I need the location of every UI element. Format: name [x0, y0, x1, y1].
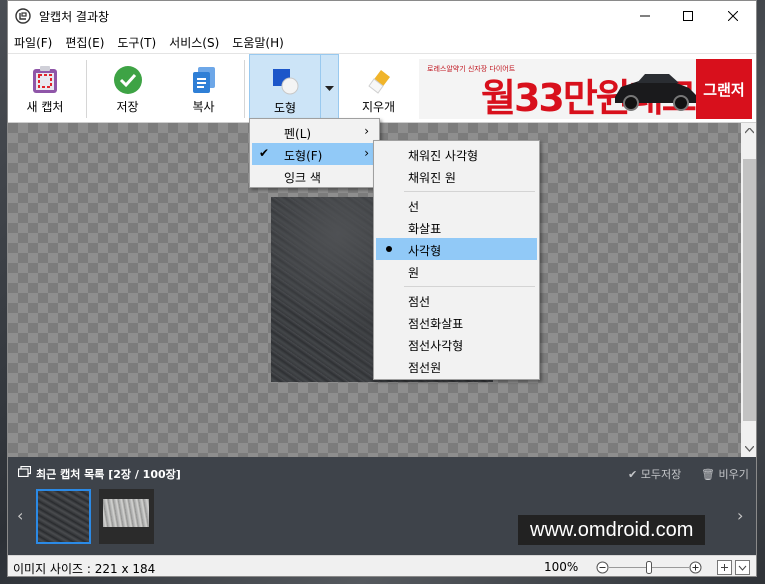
submenu-filled-circle[interactable]: 채워진 원 [376, 165, 537, 187]
shape-dropdown-button[interactable] [321, 54, 339, 122]
scroll-up-icon[interactable] [745, 128, 754, 134]
radio-dot-icon [386, 246, 392, 252]
ad-tag: 그랜저 [696, 59, 752, 119]
chevron-right-icon: › [364, 124, 369, 138]
chevron-right-icon[interactable]: › [737, 506, 743, 525]
menu-item-label: 펜(L) [284, 127, 312, 141]
submenu-label: 점선 [408, 295, 431, 309]
eraser-label: 지우개 [361, 100, 396, 114]
close-icon [728, 11, 738, 21]
fit-screen-icon[interactable] [717, 560, 732, 575]
minimize-button[interactable] [622, 1, 668, 31]
stack-icon [18, 466, 31, 477]
minimize-icon [640, 15, 650, 17]
submenu-label: 점선사각형 [408, 339, 464, 353]
menu-separator [404, 286, 535, 287]
shape-icon [273, 69, 299, 95]
watermark-text: www.omdroid.com [518, 515, 706, 545]
maximize-button[interactable] [665, 1, 711, 31]
window-title: 알캡처 결과창 [39, 10, 110, 24]
clear-button[interactable]: 🗑 비우기 [701, 466, 749, 482]
scroll-down-icon[interactable] [745, 446, 754, 452]
menu-item-shape[interactable]: ✔ 도형(F) › [252, 143, 377, 165]
status-bar: 이미지 사이즈 : 221 x 184 100% [8, 555, 756, 576]
shape-label: 도형 [273, 101, 297, 115]
clear-label: 비우기 [718, 468, 749, 481]
submenu-dotted-line[interactable]: 점선 [376, 289, 537, 311]
shape-submenu: 채워진 사각형 채워진 원 선 화살표 사각형 원 점선 점선화살표 점선사각형… [373, 140, 540, 380]
new-capture-icon [33, 66, 57, 93]
submenu-filled-rectangle[interactable]: 채워진 사각형 [376, 143, 537, 165]
eraser-icon [367, 70, 390, 94]
chevron-left-icon[interactable]: ‹ [17, 506, 23, 525]
menu-item-pen[interactable]: 펜(L) › [252, 121, 377, 143]
menu-item-label: 도형(F) [284, 149, 323, 163]
submenu-label: 화살표 [408, 222, 442, 236]
toolbar-divider [86, 60, 87, 118]
close-button[interactable] [710, 1, 756, 31]
menu-file[interactable]: 파일(F) [8, 31, 58, 53]
shape-button[interactable]: 도형 [249, 54, 321, 122]
app-icon [15, 8, 31, 24]
submenu-rectangle[interactable]: 사각형 [376, 238, 537, 260]
submenu-label: 사각형 [408, 244, 442, 258]
copy-button[interactable]: 복사 [176, 54, 231, 122]
ad-banner[interactable]: 로레스알약기 신자장 다이어트 월33만원대로 그랜저 [419, 59, 752, 119]
check-icon [113, 66, 142, 94]
vertical-scrollbar[interactable] [741, 123, 756, 457]
recent-thumbnail[interactable] [99, 489, 154, 544]
menu-help[interactable]: 도움말(H) [226, 31, 290, 53]
new-capture-button[interactable]: 새 캡처 [16, 54, 74, 122]
zoom-slider[interactable] [596, 561, 702, 574]
menu-bar: 파일(F) 편집(E) 도구(T) 서비스(S) 도움말(H) [8, 31, 756, 53]
save-button[interactable]: 저장 [100, 54, 155, 122]
menu-item-label: 잉크 색 [284, 171, 321, 185]
menu-tools[interactable]: 도구(T) [111, 31, 162, 53]
thumbnail-image [103, 499, 149, 527]
maximize-icon [683, 11, 693, 21]
save-label: 저장 [116, 100, 139, 114]
copy-icon [192, 67, 215, 93]
menu-services[interactable]: 서비스(S) [163, 31, 225, 53]
shape-menu: 펜(L) › ✔ 도형(F) › 잉크 색 [249, 118, 380, 188]
eraser-button[interactable]: 지우개 [351, 54, 406, 122]
submenu-label: 점선화살표 [408, 317, 464, 331]
zoom-level: 100% [544, 560, 579, 574]
save-all-button[interactable]: ✔ 모두저장 [628, 466, 681, 482]
trash-icon: 🗑 [701, 468, 715, 481]
submenu-label: 채워진 원 [408, 171, 456, 185]
submenu-label: 원 [408, 266, 420, 280]
menu-item-ink-color[interactable]: 잉크 색 [252, 165, 377, 187]
car-image [615, 74, 697, 111]
title-bar[interactable]: 알캡처 결과창 [8, 1, 756, 31]
submenu-line[interactable]: 선 [376, 194, 537, 216]
check-icon: ✔ [628, 468, 638, 481]
submenu-dotted-circle[interactable]: 점선원 [376, 355, 537, 377]
chevron-down-icon [325, 86, 334, 91]
submenu-arrow[interactable]: 화살표 [376, 216, 537, 238]
image-size-text: 이미지 사이즈 : 221 x 184 [13, 562, 156, 576]
submenu-label: 선 [408, 200, 420, 214]
submenu-dotted-arrow[interactable]: 점선화살표 [376, 311, 537, 333]
submenu-label: 점선원 [408, 361, 442, 375]
new-capture-label: 새 캡처 [26, 100, 64, 114]
menu-edit[interactable]: 편집(E) [59, 31, 110, 53]
capture-result-window: 알캡처 결과창 파일(F) 편집(E) 도구(T) 서비스(S) 도움말(H) … [7, 0, 757, 577]
checkmark-icon: ✔ [259, 146, 270, 160]
recent-thumbnail[interactable] [36, 489, 91, 544]
toolbar: 새 캡처 저장 복사 도형 지우개 로레스알약기 신자장 다이어트 월33만원대… [8, 53, 756, 123]
recent-captures-panel: 최근 캡처 목록 [2장 / 100장] ✔ 모두저장 🗑 비우기 ‹ www.… [8, 457, 756, 555]
zoom-menu-icon[interactable] [735, 560, 750, 575]
save-all-label: 모두저장 [640, 468, 682, 481]
submenu-dotted-rectangle[interactable]: 점선사각형 [376, 333, 537, 355]
scrollbar-thumb[interactable] [743, 159, 756, 421]
menu-separator [404, 191, 535, 192]
recent-captures-title: 최근 캡처 목록 [2장 / 100장] [36, 468, 181, 481]
toolbar-divider [244, 60, 245, 118]
chevron-right-icon: › [364, 146, 369, 160]
copy-label: 복사 [192, 100, 215, 114]
submenu-label: 채워진 사각형 [408, 149, 479, 163]
submenu-circle[interactable]: 원 [376, 260, 537, 282]
